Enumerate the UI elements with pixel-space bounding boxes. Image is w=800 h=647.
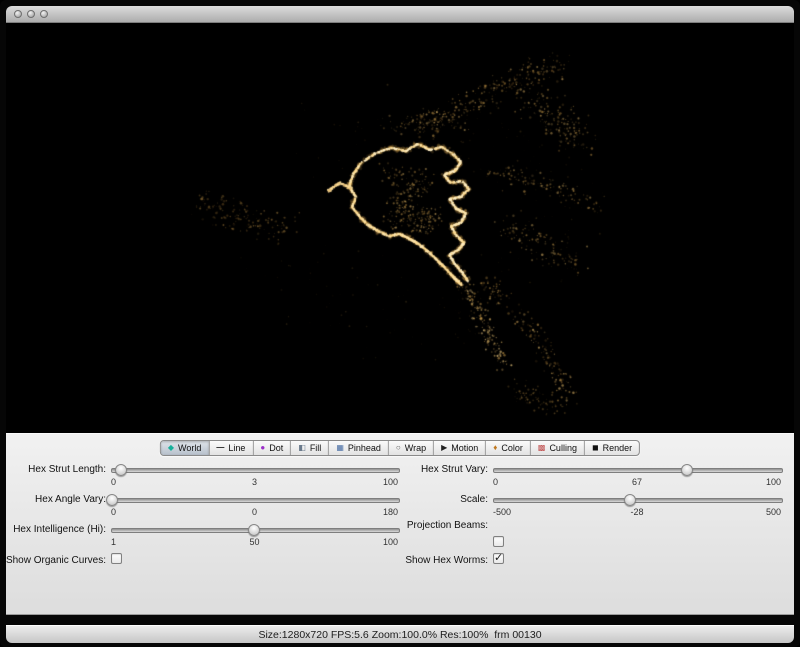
wrap-icon: ○ (396, 444, 401, 452)
tab-render[interactable]: ◼ Render (585, 441, 639, 455)
slider-min: 0 (493, 477, 498, 487)
color-icon: ♦ (493, 444, 497, 452)
render-viewport[interactable] (6, 23, 794, 433)
control-row: Hex Strut Vary: 0 67 100 (6, 460, 794, 490)
app-window: ◆ World — Line ● Dot ◧ Fill ▦ Pinhead ○ Wrap ▶ Motion… (0, 0, 800, 647)
slider-thumb[interactable] (624, 494, 636, 506)
globe-particles-canvas[interactable] (6, 23, 794, 433)
tab-label: World (178, 442, 201, 455)
culling-icon: ▩ (538, 444, 546, 452)
motion-icon: ▶ (441, 444, 447, 452)
projection-beams-checkbox[interactable] (493, 536, 504, 547)
tab-label: Culling (549, 442, 577, 455)
tab-label: Render (603, 442, 633, 455)
dot-icon: ● (260, 444, 265, 452)
tab-wrap[interactable]: ○ Wrap (389, 441, 434, 455)
slider-value: -28 (630, 507, 643, 517)
status-text: Size:1280x720 FPS:5.6 Zoom:100.0% Res:10… (258, 629, 541, 641)
tab-label: Wrap (405, 442, 426, 455)
tab-pinhead[interactable]: ▦ Pinhead (329, 441, 389, 455)
tab-bar: ◆ World — Line ● Dot ◧ Fill ▦ Pinhead ○ Wrap ▶ Motion… (160, 440, 640, 456)
check-mark-icon: ✓ (494, 551, 503, 564)
tab-label: Color (501, 442, 523, 455)
projection-beams-label: Projection Beams: (407, 520, 488, 531)
tab-color[interactable]: ♦ Color (486, 441, 531, 455)
control-panel: ◆ World — Line ● Dot ◧ Fill ▦ Pinhead ○ Wrap ▶ Motion… (6, 433, 794, 615)
tab-label: Fill (310, 442, 322, 455)
scale-slider[interactable] (493, 498, 783, 503)
slider-max: 100 (766, 477, 781, 487)
line-icon: — (216, 444, 224, 452)
slider-value: 67 (632, 477, 642, 487)
slider-min: -500 (493, 507, 511, 517)
slider-thumb[interactable] (681, 464, 693, 476)
zoom-button[interactable] (40, 10, 48, 18)
render-icon: ◼ (592, 444, 599, 452)
minimize-button[interactable] (27, 10, 35, 18)
tab-line[interactable]: — Line (209, 441, 253, 455)
tab-label: Dot (269, 442, 283, 455)
status-bar: Size:1280x720 FPS:5.6 Zoom:100.0% Res:10… (6, 625, 794, 643)
tab-culling[interactable]: ▩Culling (531, 441, 585, 455)
slider-max: 500 (766, 507, 781, 517)
tab-label: Line (228, 442, 245, 455)
control-row: Scale: -500 -28 500 (6, 490, 794, 520)
hex-strut-vary-slider[interactable] (493, 468, 783, 473)
show-hex-worms-label: Show Hex Worms: (405, 555, 488, 566)
scale-label: Scale: (460, 494, 488, 505)
hex-strut-vary-label: Hex Strut Vary: (421, 464, 488, 475)
control-row: Projection Beams: (6, 520, 794, 550)
globe-icon: ◆ (168, 444, 174, 452)
tab-world[interactable]: ◆ World (161, 441, 210, 455)
tab-label: Motion (451, 442, 478, 455)
slider-scale: 0 67 100 (493, 477, 781, 489)
tab-dot[interactable]: ● Dot (253, 441, 291, 455)
slider-scale: -500 -28 500 (493, 507, 781, 519)
fill-icon: ◧ (298, 444, 306, 452)
titlebar (6, 6, 794, 23)
control-row: Show Hex Worms: ✓ (6, 551, 794, 581)
tab-fill[interactable]: ◧ Fill (291, 441, 329, 455)
tab-label: Pinhead (348, 442, 381, 455)
show-hex-worms-checkbox[interactable]: ✓ (493, 553, 504, 564)
tab-motion[interactable]: ▶ Motion (434, 441, 486, 455)
close-button[interactable] (14, 10, 22, 18)
pinhead-icon: ▦ (336, 444, 344, 452)
